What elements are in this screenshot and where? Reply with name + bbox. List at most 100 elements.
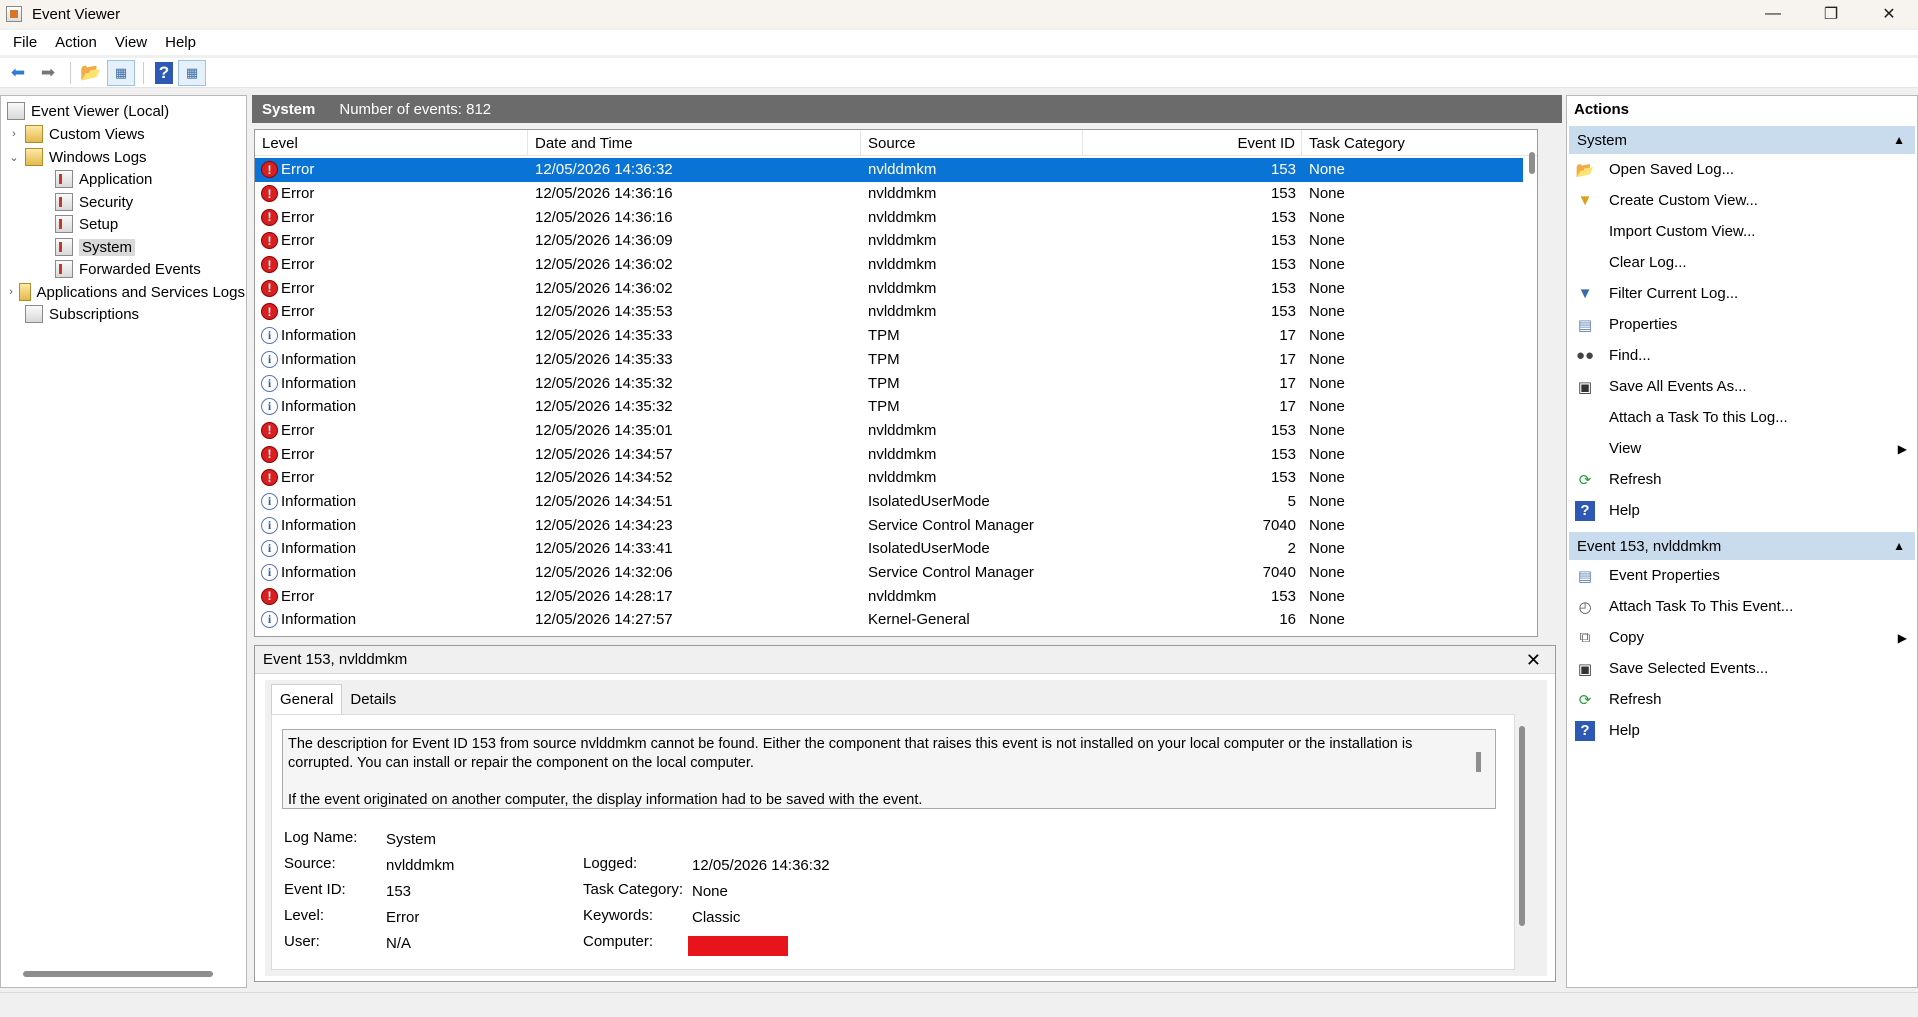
vertical-scrollbar[interactable]	[1529, 152, 1535, 174]
event-row[interactable]: i Information 12/05/2026 14:32:06 Service C…	[255, 561, 1523, 585]
menu-file[interactable]: File	[4, 34, 46, 51]
column-event-id[interactable]: Event ID	[1083, 130, 1302, 156]
action-label: Attach a Task To this Log...	[1609, 409, 1788, 426]
tree-item-windows-logs[interactable]: ⌄ Windows Logs	[7, 146, 147, 168]
event-description[interactable]: The description for Event ID 153 from so…	[282, 729, 1496, 809]
menu-action[interactable]: Action	[46, 34, 106, 51]
event-row[interactable]: ! Error 12/05/2026 14:36:16 nvlddmkm 153 None	[255, 182, 1523, 206]
menu-view[interactable]: View	[106, 34, 156, 51]
window-title: Event Viewer	[32, 5, 121, 23]
tree-item-setup[interactable]: Setup	[55, 213, 118, 235]
horizontal-scrollbar[interactable]	[23, 971, 213, 977]
event-row[interactable]: ! Error 12/05/2026 14:36:32 nvlddmkm 153 None	[255, 158, 1523, 182]
close-icon[interactable]: ✕	[1526, 650, 1541, 671]
back-arrow-icon[interactable]: ⬅	[4, 60, 32, 86]
event-row[interactable]: i Information 12/05/2026 14:34:23 Service C…	[255, 513, 1523, 537]
expand-arrow-icon[interactable]: ›	[7, 128, 21, 140]
tree-item-applications-and-services-logs[interactable]: › Applications and Services Logs	[7, 281, 245, 303]
label-keywords: Keywords:	[583, 907, 654, 924]
column-level[interactable]: Level	[255, 130, 528, 156]
help-icon: ?	[1575, 500, 1595, 521]
restore-button[interactable]: ❐	[1802, 0, 1860, 28]
action-open-saved-log[interactable]: 📂 Open Saved Log...	[1567, 154, 1917, 185]
actions-section-event[interactable]: Event 153, nvlddmkm ▲	[1569, 532, 1915, 560]
event-row[interactable]: i Information 12/05/2026 14:35:33 TPM 17 None	[255, 324, 1523, 348]
action-refresh[interactable]: ⟳ Refresh	[1567, 464, 1917, 495]
show-hide-action-pane-icon[interactable]: ▦	[178, 59, 206, 86]
cell-source: TPM	[868, 374, 900, 392]
column-date-time[interactable]: Date and Time	[528, 130, 861, 156]
event-row[interactable]: i Information 12/05/2026 14:35:32 TPM 17 None	[255, 371, 1523, 395]
tab-general[interactable]: General	[271, 684, 343, 714]
tree-item-custom-views[interactable]: › Custom Views	[7, 123, 145, 145]
tree-item-application[interactable]: Application	[55, 168, 152, 190]
tab-details[interactable]: Details	[342, 684, 404, 714]
cell-source: IsolatedUserMode	[868, 492, 990, 510]
action-refresh[interactable]: ⟳ Refresh	[1567, 684, 1917, 715]
show-hide-tree-icon[interactable]: ▦	[107, 59, 135, 86]
event-row[interactable]: ! Error 12/05/2026 14:28:17 nvlddmkm 153 None	[255, 584, 1523, 608]
detail-vertical-scrollbar[interactable]	[1519, 726, 1525, 926]
help-icon[interactable]: ?	[155, 61, 173, 84]
event-row[interactable]: ! Error 12/05/2026 14:35:01 nvlddmkm 153 None	[255, 419, 1523, 443]
action-help[interactable]: ? Help	[1567, 495, 1917, 526]
action-import-custom-view[interactable]: Import Custom View...	[1567, 216, 1917, 247]
collapse-caret-icon[interactable]: ▲	[1893, 133, 1905, 147]
event-row[interactable]: ! Error 12/05/2026 14:36:09 nvlddmkm 153 None	[255, 229, 1523, 253]
cell-task-category: None	[1309, 611, 1345, 629]
action-view[interactable]: View ▶	[1567, 433, 1917, 464]
value-logged: 12/05/2026 14:36:32	[692, 857, 830, 874]
event-row[interactable]: ! Error 12/05/2026 14:36:02 nvlddmkm 153 None	[255, 276, 1523, 300]
action-event-properties[interactable]: ▤ Event Properties	[1567, 560, 1917, 591]
close-button[interactable]: ✕	[1860, 0, 1918, 28]
label-source: Source:	[284, 855, 336, 872]
event-row[interactable]: ! Error 12/05/2026 14:36:02 nvlddmkm 153 None	[255, 253, 1523, 277]
action-attach-task-to-this-event[interactable]: ◴ Attach Task To This Event...	[1567, 591, 1917, 622]
actions-section-system[interactable]: System ▲	[1569, 126, 1915, 154]
action-save-selected-events[interactable]: ▣ Save Selected Events...	[1567, 653, 1917, 684]
value-source: nvlddmkm	[386, 857, 455, 874]
action-save-all-events-as[interactable]: ▣ Save All Events As...	[1567, 371, 1917, 402]
tree-item-event-viewer-local[interactable]: Event Viewer (Local)	[7, 100, 169, 122]
action-label: Clear Log...	[1609, 254, 1687, 271]
action-help[interactable]: ? Help	[1567, 715, 1917, 746]
action-clear-log[interactable]: Clear Log...	[1567, 247, 1917, 278]
section-title: System	[1577, 131, 1628, 149]
tree-item-subscriptions[interactable]: Subscriptions	[25, 303, 139, 325]
event-row[interactable]: ! Error 12/05/2026 14:34:57 nvlddmkm 153 None	[255, 442, 1523, 466]
tree-item-forwarded-events[interactable]: Forwarded Events	[55, 258, 201, 280]
action-attach-a-task-to-this-log[interactable]: Attach a Task To this Log...	[1567, 402, 1917, 433]
event-row[interactable]: i Information 12/05/2026 14:35:32 TPM 17 None	[255, 395, 1523, 419]
cell-level: i Information	[255, 540, 528, 558]
description-scrollbar[interactable]	[1476, 752, 1481, 772]
event-row[interactable]: ! Error 12/05/2026 14:34:52 nvlddmkm 153 None	[255, 466, 1523, 490]
open-folder-icon: 📂	[1575, 161, 1595, 179]
action-copy[interactable]: ⧉ Copy ▶	[1567, 622, 1917, 653]
level-text: Error	[281, 303, 315, 321]
up-folder-icon[interactable]: 📂	[77, 60, 105, 86]
event-row[interactable]: i Information 12/05/2026 14:33:41 IsolatedU…	[255, 537, 1523, 561]
cell-event-id: 153	[1270, 303, 1296, 321]
collapse-caret-icon[interactable]: ▲	[1893, 539, 1905, 553]
tree-item-security[interactable]: Security	[55, 191, 133, 213]
action-find[interactable]: ●● Find...	[1567, 340, 1917, 371]
tree-item-system[interactable]: System	[55, 236, 136, 258]
event-row[interactable]: i Information 12/05/2026 14:34:51 IsolatedU…	[255, 490, 1523, 514]
event-row[interactable]: i Information 12/05/2026 14:35:33 TPM 17 None	[255, 348, 1523, 372]
action-properties[interactable]: ▤ Properties	[1567, 309, 1917, 340]
minimize-button[interactable]: —	[1744, 0, 1802, 28]
action-filter-current-log[interactable]: ▼ Filter Current Log...	[1567, 278, 1917, 309]
column-source[interactable]: Source	[861, 130, 1083, 156]
event-row[interactable]: i Information 12/05/2026 14:27:57 Kernel-Ge…	[255, 608, 1523, 632]
expand-arrow-icon[interactable]: ›	[7, 286, 15, 298]
action-create-custom-view[interactable]: ▼ Create Custom View...	[1567, 185, 1917, 216]
forward-arrow-icon[interactable]: ➡	[34, 60, 62, 86]
collapse-arrow-icon[interactable]: ⌄	[7, 151, 21, 164]
cell-date-time: 12/05/2026 14:35:53	[535, 303, 673, 321]
event-row[interactable]: ! Error 12/05/2026 14:36:16 nvlddmkm 153 None	[255, 205, 1523, 229]
title-bar: Event Viewer — ❐ ✕	[0, 0, 1918, 28]
column-task-category[interactable]: Task Category	[1302, 130, 1537, 156]
event-row[interactable]: ! Error 12/05/2026 14:35:53 nvlddmkm 153 None	[255, 300, 1523, 324]
menu-help[interactable]: Help	[156, 34, 205, 51]
error-icon: !	[261, 185, 278, 203]
